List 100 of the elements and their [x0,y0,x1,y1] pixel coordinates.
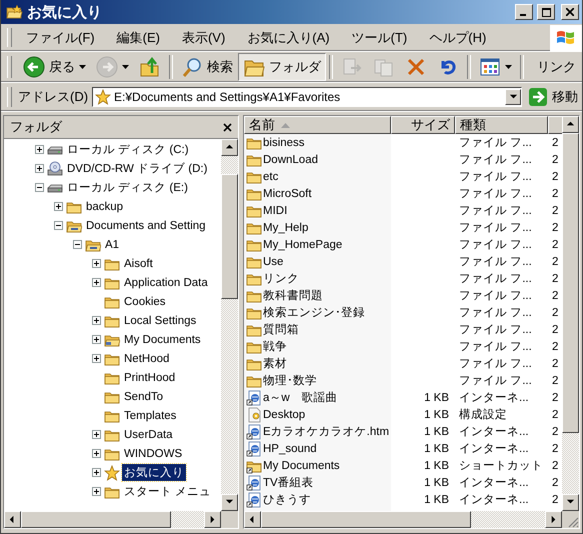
tree-item[interactable]: SendTo [122,390,166,404]
date-modified: 2 [552,272,558,284]
tree-toggle[interactable] [73,240,82,249]
file-name[interactable]: Use [263,256,284,268]
menu-item[interactable]: 表示(V) [174,26,234,48]
tree-item[interactable]: WINDOWS [122,446,184,460]
tree-toggle[interactable] [92,468,101,477]
file-name[interactable]: HP_sound [263,442,317,454]
tree-toggle[interactable] [92,316,101,325]
minus-icon [74,241,81,248]
file-type: インターネ... [459,493,529,507]
tree-item[interactable]: Templates [122,408,178,422]
tree-toggle[interactable] [92,278,101,287]
tree-toggle[interactable] [54,202,63,211]
file-type: インターネ... [459,442,529,456]
star-icon [104,464,120,480]
tree-toggle[interactable] [92,335,101,344]
file-name[interactable]: 物理･数学 [263,373,317,388]
file-name[interactable]: MicroSoft [263,188,312,200]
menu-item[interactable]: ツール(T) [344,26,416,48]
file-name[interactable]: a～w 歌謡曲 [263,390,338,405]
tree-toggle[interactable] [92,354,101,363]
file-name[interactable]: My Documents [263,460,340,472]
file-name[interactable]: Desktop [263,408,306,420]
column-header[interactable]: サイズ [391,116,455,134]
tree-item[interactable]: スタート メニュ [122,483,214,500]
links-button[interactable]: リンク [531,58,582,76]
tree-item[interactable]: NetHood [122,352,172,366]
file-type: ファイル フ... [459,255,532,269]
plus-icon [93,317,100,324]
date-modified: 2 [552,256,558,268]
plus-icon [93,488,100,495]
scrollbar[interactable] [562,116,579,511]
tree-item[interactable]: PrintHood [122,370,178,384]
tree-item[interactable]: ローカル ディスク (C:) [65,141,191,158]
tree-item[interactable]: Local Settings [122,314,198,328]
address-field[interactable]: E:¥Documents and Settings¥A1¥Favorites [92,87,522,107]
maximize-button[interactable] [537,4,555,20]
date-modified: 2 [552,154,558,166]
file-name[interactable]: 素材 [263,356,287,371]
tree-toggle[interactable] [35,145,44,154]
tree-item[interactable]: DVD/CD-RW ドライブ (D:) [65,160,210,177]
file-name[interactable]: 検索エンジン･登録 [263,305,365,320]
close-icon[interactable] [223,122,232,132]
file-name[interactable]: ひきうす [263,492,311,507]
file-name[interactable]: MIDI [263,204,288,216]
tree-toggle[interactable] [54,221,63,230]
file-type: ファイル フ... [459,340,532,354]
tree-item[interactable]: My Documents [122,332,203,346]
file-name[interactable]: My_Help [263,222,308,234]
column-header[interactable]: 種類 [455,116,548,134]
file-name[interactable]: My_HomePage [263,238,342,250]
scrollbar[interactable] [221,139,238,511]
tree-item[interactable]: A1 [103,238,122,252]
minimize-button[interactable] [515,4,533,20]
dropdown-button[interactable] [505,89,521,105]
file-name[interactable]: etc [263,170,278,182]
date-modified: 2 [552,306,558,318]
tree-item[interactable]: UserData [122,428,175,442]
plus-icon [93,355,100,362]
tree-item[interactable]: Documents and Setting [84,218,208,232]
menu-item[interactable]: 編集(E) [108,26,168,48]
file-name[interactable]: DownLoad [263,154,318,166]
column-header[interactable]: 名前 [244,116,391,134]
close-button[interactable] [561,4,579,20]
go-button[interactable]: 移動 [522,87,582,107]
file-name[interactable]: 戦争 [263,339,287,354]
menu-item[interactable]: ヘルプ(H) [421,26,494,48]
scrollbar[interactable] [4,511,221,528]
tree-item[interactable]: backup [84,200,126,214]
file-name[interactable]: リンク [263,271,299,286]
file-name[interactable]: 質問箱 [263,322,299,337]
back-button[interactable]: 戻る [18,53,91,81]
file-type: ファイル フ... [459,374,532,388]
file-type: ファイル フ... [459,153,532,167]
tree-toggle[interactable] [92,449,101,458]
tree-toggle[interactable] [35,183,44,192]
tree-item[interactable]: Application Data [122,276,210,290]
folders-button[interactable]: フォルダ [238,53,326,81]
file-name[interactable]: TV番組表 [263,475,314,490]
menu-item[interactable]: ファイル(F) [18,26,103,48]
address-input[interactable]: E:¥Documents and Settings¥A1¥Favorites [114,90,502,104]
file-name[interactable]: Eカラオケカラオケ.htm [263,424,390,439]
tree-toggle[interactable] [92,487,101,496]
tree-toggle[interactable] [92,430,101,439]
date-modified: 2 [552,188,558,200]
file-type: ファイル フ... [459,204,532,218]
tree-item[interactable]: お気に入り [122,464,186,481]
tree-toggle[interactable] [35,164,44,173]
resize-grip-icon[interactable] [567,516,579,528]
tree-item[interactable]: ローカル ディスク (E:) [65,179,190,196]
menu-item[interactable]: お気に入り(A) [239,26,338,48]
tree-item[interactable]: Cookies [122,294,168,308]
file-type: ファイル フ... [459,136,532,150]
tree-toggle[interactable] [92,259,101,268]
search-button[interactable]: 検索 [176,53,238,81]
file-name[interactable]: 教科書問題 [263,288,323,303]
scrollbar[interactable] [244,511,562,528]
tree-item[interactable]: Aisoft [122,256,155,270]
file-name[interactable]: bisiness [263,136,305,148]
